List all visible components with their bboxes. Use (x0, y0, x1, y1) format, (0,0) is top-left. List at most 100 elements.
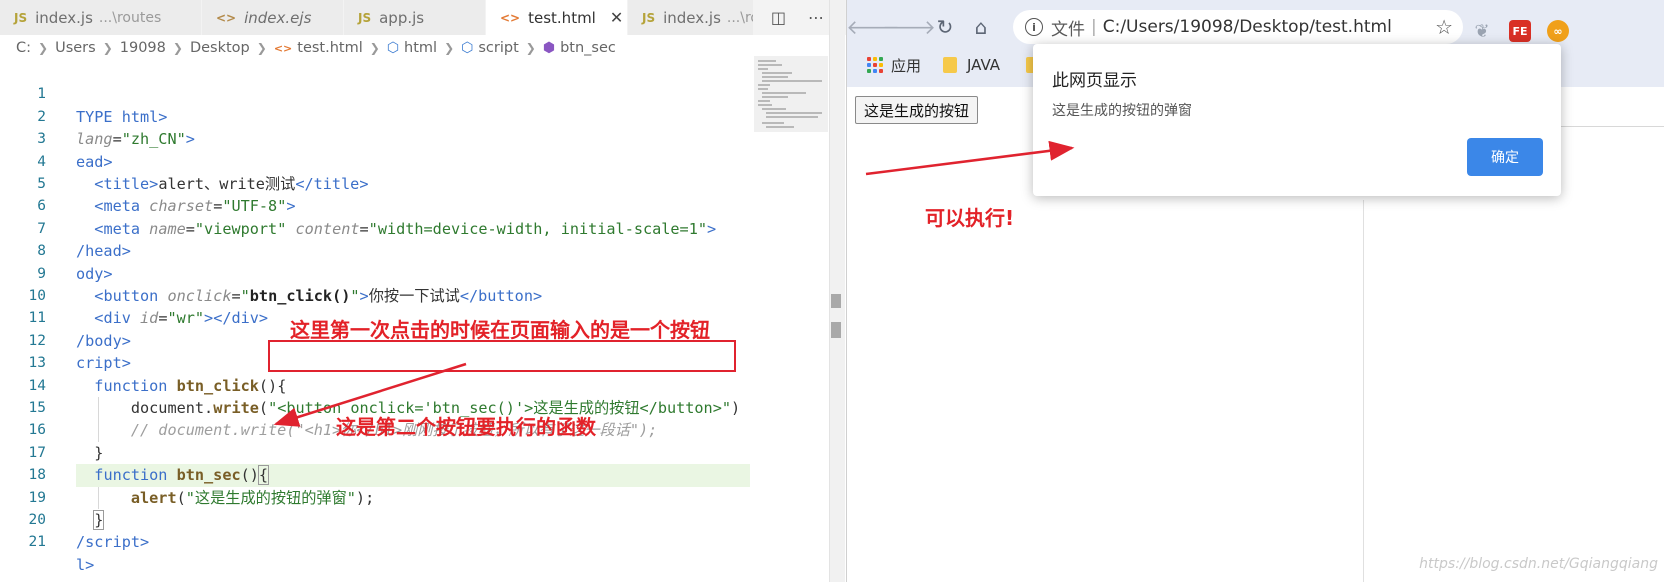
infinity-extension-icon[interactable]: ∞ (1547, 20, 1569, 42)
code-line: 21 l> (0, 509, 760, 573)
breadcrumb-item[interactable]: test.html (297, 40, 362, 56)
tab-label: index.js (35, 8, 93, 27)
forward-arrow-icon[interactable]: 🡒 (882, 9, 936, 45)
reload-icon[interactable]: ↻ (927, 9, 963, 45)
bookmark-label: JAVA (967, 56, 1001, 74)
chevron-right-icon: ❯ (444, 41, 455, 55)
browser-window: 🡐 🡒 ↻ ⌂ i 文件 | C:/Users/19098/Desktop/te… (846, 0, 1664, 582)
html-file-icon: <> (500, 10, 521, 25)
generated-button[interactable]: 这是生成的按钮 (855, 96, 979, 124)
code-line: 6 <meta name="viewport" content="width=d… (0, 173, 760, 237)
code-line: 10 <div id="wr"></div> (0, 263, 760, 327)
code-editor: JS index.js ...\routes <> index.ejs JS a… (0, 0, 846, 582)
code-line: 18 alert("这是生成的按钮的弹窗"); (0, 442, 760, 509)
tab-path: ...\routes (98, 9, 162, 26)
html-file-icon: <> (273, 41, 293, 55)
code-line: 20 /script> (0, 487, 760, 551)
folder-icon (943, 57, 958, 73)
fe-extension-icon[interactable]: FE (1509, 20, 1531, 42)
code-line: 8 ody> (0, 218, 760, 282)
bookmark-label: 应用 (891, 56, 922, 75)
home-icon[interactable]: ⌂ (963, 9, 999, 45)
apps-grid-icon (867, 57, 883, 73)
address-divider: | (1091, 17, 1097, 37)
tab-label: index.js (663, 8, 721, 27)
tab-label: index.ejs (244, 8, 312, 27)
split-editor-icon[interactable]: ◫ (771, 8, 786, 27)
code-line: 2 lang="zh_CN"> (0, 83, 760, 148)
js-file-icon: JS (642, 10, 656, 25)
bookmark-star-icon[interactable]: ☆ (1435, 15, 1453, 39)
tab-index-ejs[interactable]: <> index.ejs (202, 0, 344, 35)
page-divider (1363, 200, 1364, 582)
breadcrumb-item[interactable]: script (478, 40, 518, 56)
watermark: https://blog.csdn.net/Gqiangqiang (1419, 556, 1658, 572)
code-line: 11 /body> (0, 285, 760, 349)
line-number: 21 (28, 534, 46, 551)
tab-app-js[interactable]: JS app.js (344, 0, 486, 35)
line-content: /script> (76, 531, 750, 553)
scrollbar-marker (831, 294, 841, 308)
info-icon[interactable]: i (1025, 18, 1043, 36)
address-scheme: 文件 (1051, 19, 1085, 40)
editor-tab-bar: JS index.js ...\routes <> index.ejs JS a… (0, 0, 846, 35)
chevron-right-icon: ❯ (525, 41, 536, 55)
address-url: C:/Users/19098/Desktop/test.html (1102, 17, 1392, 37)
breadcrumb-item[interactable]: C: (16, 40, 31, 56)
tab-index-js-rou[interactable]: JS index.js ...\rou (628, 0, 754, 35)
alert-dialog: 此网页显示 这是生成的按钮的弹窗 确定 (1033, 44, 1561, 196)
breadcrumb-item[interactable]: Desktop (190, 40, 250, 56)
function-cube-icon: ⬢ (542, 40, 556, 56)
breadcrumb-item[interactable]: 19098 (120, 40, 166, 56)
code-line: 4 <title>alert、write测试</title> (0, 128, 760, 193)
js-file-icon: JS (14, 10, 28, 25)
tab-test-html[interactable]: <> test.html ✕ (486, 0, 628, 35)
browser-toolbar: 🡐 🡒 ↻ ⌂ i 文件 | C:/Users/19098/Desktop/te… (847, 6, 1664, 48)
screenshot-root: JS index.js ...\routes <> index.ejs JS a… (0, 0, 1664, 582)
side-panel-edge (1560, 87, 1664, 127)
code-line: 19 } (0, 464, 760, 530)
close-tab-icon[interactable]: ✕ (610, 8, 623, 27)
annotation-highlight-box (268, 340, 736, 372)
chevron-right-icon: ❯ (102, 41, 113, 55)
breadcrumb-item[interactable]: Users (55, 40, 96, 56)
dialog-ok-button[interactable]: 确定 (1467, 138, 1543, 176)
tab-path: ...\rou (726, 9, 753, 26)
annotation-can-execute: 可以执行! (925, 206, 1015, 230)
code-line: 15 // document.write("<h1>你</h1>刚刚按了按钮，所… (0, 375, 760, 442)
js-file-icon: JS (358, 10, 372, 25)
editor-tab-actions: ◫ ⋯ (771, 0, 824, 35)
tag-token: /script> (76, 533, 150, 552)
line-content: l> (76, 554, 750, 576)
more-actions-icon[interactable]: ⋯ (808, 8, 824, 27)
scrollbar-marker (831, 322, 841, 338)
tab-label: test.html (528, 8, 596, 27)
chevron-right-icon: ❯ (172, 41, 183, 55)
annotation-first-click: 这里第一次点击的时候在页面输入的是一个按钮 (290, 318, 710, 342)
breadcrumb-item[interactable]: btn_sec (560, 40, 616, 56)
breadcrumb-item[interactable]: html (404, 40, 437, 56)
code-line: 9 <button onclick="btn_click()">你按一下试试</… (0, 240, 760, 305)
bookmark-java-folder[interactable]: JAVA (943, 56, 1000, 74)
tab-label: app.js (379, 8, 425, 27)
code-line: 7 /head> (0, 195, 760, 260)
editor-scrollbar[interactable] (829, 0, 845, 582)
leaf-extension-icon[interactable]: ❦ (1471, 20, 1493, 42)
address-bar[interactable]: i 文件 | C:/Users/19098/Desktop/test.html … (1013, 10, 1463, 44)
annotation-second-button: 这是第二个按钮要执行的函数 (336, 415, 596, 439)
dialog-title: 此网页显示 (1052, 71, 1137, 91)
tag-token: l> (76, 555, 95, 574)
bookmark-apps[interactable]: 应用 (867, 55, 921, 76)
element-cube-icon: ⬡ (386, 40, 400, 56)
chevron-right-icon: ❯ (369, 41, 380, 55)
ejs-file-icon: <> (216, 10, 237, 25)
breadcrumb: C: ❯ Users ❯ 19098 ❯ Desktop ❯ <> test.h… (0, 35, 846, 61)
code-line: 3 ead> (0, 106, 760, 170)
code-line: 1 TYPE html> (0, 61, 760, 125)
minimap[interactable] (754, 56, 828, 132)
dialog-message: 这是生成的按钮的弹窗 (1052, 103, 1192, 119)
tab-index-js-routes[interactable]: JS index.js ...\routes (0, 0, 202, 35)
code-line: 5 <meta charset="UTF-8"> (0, 151, 760, 215)
chevron-right-icon: ❯ (256, 41, 267, 55)
chevron-right-icon: ❯ (38, 41, 49, 55)
